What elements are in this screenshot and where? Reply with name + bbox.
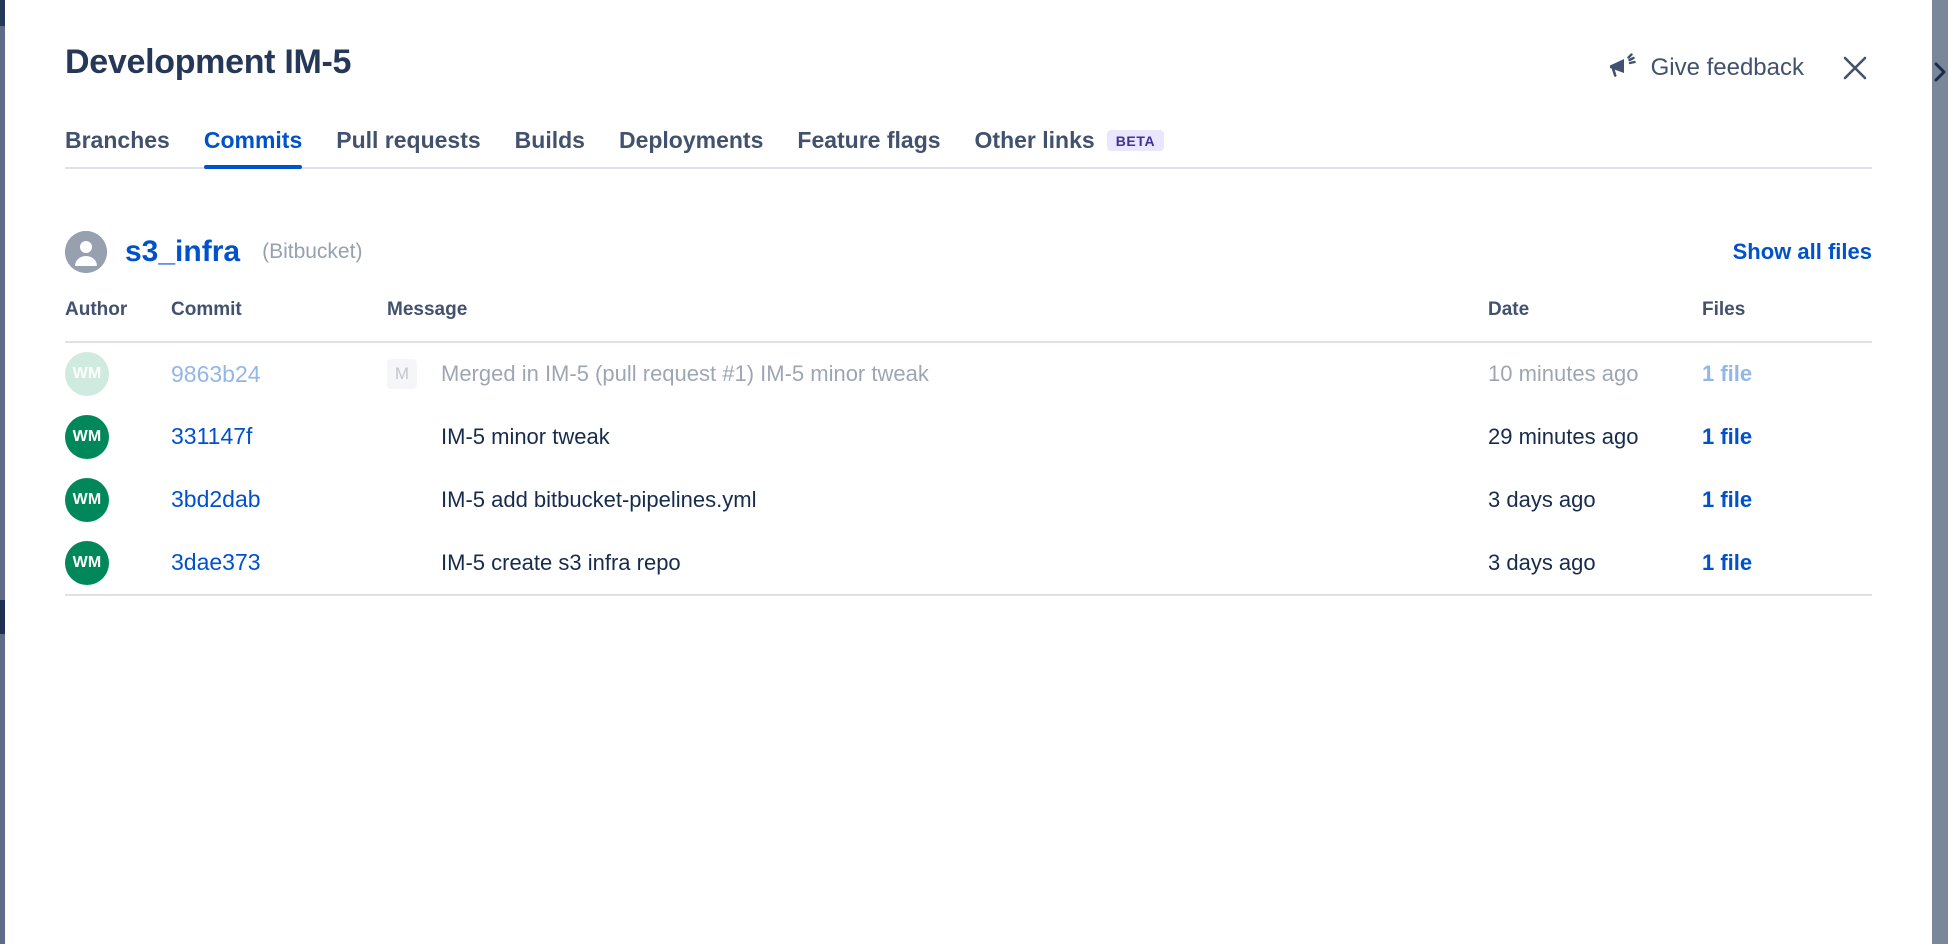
tab-label: Pull requests	[336, 127, 480, 154]
column-header-files: Files	[1702, 299, 1872, 342]
files-count-link[interactable]: 1 file	[1702, 424, 1752, 449]
commit-hash-link[interactable]: 9863b24	[171, 361, 261, 387]
tab-label: Deployments	[619, 127, 763, 154]
cell-date: 3 days ago	[1488, 531, 1702, 594]
cell-message: IM-5 create s3 infra repo	[387, 531, 1488, 594]
commits-table-head: Author Commit Message Date Files	[65, 299, 1872, 342]
tab-label: Commits	[204, 127, 302, 154]
cell-date: 10 minutes ago	[1488, 342, 1702, 405]
page-title: Development IM-5	[65, 43, 351, 82]
files-count-link[interactable]: 1 file	[1702, 361, 1752, 386]
commit-message: Merged in IM-5 (pull request #1) IM-5 mi…	[441, 361, 929, 387]
cell-files: 1 file	[1702, 405, 1872, 468]
table-row[interactable]: WM 3dae373 IM-5 create s3 infra repo 3 d…	[65, 531, 1872, 594]
avatar: WM	[65, 478, 109, 522]
column-header-author: Author	[65, 299, 171, 342]
avatar: WM	[65, 352, 109, 396]
give-feedback-label: Give feedback	[1651, 54, 1804, 82]
column-header-commit: Commit	[171, 299, 387, 342]
commit-date: 29 minutes ago	[1488, 424, 1638, 449]
files-count-link[interactable]: 1 file	[1702, 550, 1752, 575]
cell-message: IM-5 minor tweak	[387, 405, 1488, 468]
cell-commit: 3bd2dab	[171, 468, 387, 531]
commits-table: Author Commit Message Date Files WM 9863…	[65, 299, 1872, 594]
cell-commit: 9863b24	[171, 342, 387, 405]
merge-commit-badge: M	[387, 359, 417, 389]
commit-hash-link[interactable]: 3dae373	[171, 549, 261, 575]
files-count-link[interactable]: 1 file	[1702, 487, 1752, 512]
cell-message: IM-5 add bitbucket-pipelines.yml	[387, 468, 1488, 531]
tab-commits[interactable]: Commits	[187, 127, 319, 167]
left-panel-edge	[0, 0, 5, 944]
give-feedback-button[interactable]: Give feedback	[1607, 53, 1804, 83]
tab-label: Feature flags	[797, 127, 940, 154]
cell-author: WM	[65, 405, 171, 468]
left-edge-marker-mid	[0, 600, 5, 634]
tab-label: Branches	[65, 127, 170, 154]
megaphone-icon	[1607, 53, 1639, 83]
panel-header: Development IM-5 Give feedback	[65, 0, 1872, 85]
commit-message: IM-5 minor tweak	[441, 424, 610, 450]
chevron-right-icon	[1934, 62, 1947, 82]
tab-branches[interactable]: Branches	[65, 127, 187, 167]
tab-label: Other links	[975, 127, 1095, 154]
commit-date: 10 minutes ago	[1488, 361, 1638, 386]
beta-badge: BETA	[1107, 130, 1164, 151]
expand-panel-handle[interactable]	[1932, 50, 1948, 94]
cell-files: 1 file	[1702, 468, 1872, 531]
commit-message: IM-5 create s3 infra repo	[441, 550, 681, 576]
commits-table-body: WM 9863b24 M Merged in IM-5 (pull reques…	[65, 342, 1872, 594]
commit-message: IM-5 add bitbucket-pipelines.yml	[441, 487, 756, 513]
repository-header: s3_infra (Bitbucket) Show all files	[65, 231, 1872, 273]
commit-date: 3 days ago	[1488, 487, 1596, 512]
cell-message: M Merged in IM-5 (pull request #1) IM-5 …	[387, 342, 1488, 405]
table-bottom-divider	[65, 594, 1872, 596]
tab-pull-requests[interactable]: Pull requests	[319, 127, 497, 167]
cell-author: WM	[65, 468, 171, 531]
cell-commit: 331147f	[171, 405, 387, 468]
repository-name-link[interactable]: s3_infra	[125, 235, 240, 269]
table-row[interactable]: WM 3bd2dab IM-5 add bitbucket-pipelines.…	[65, 468, 1872, 531]
header-actions: Give feedback	[1607, 43, 1872, 85]
column-header-date: Date	[1488, 299, 1702, 342]
avatar: WM	[65, 415, 109, 459]
show-all-files-link[interactable]: Show all files	[1733, 239, 1872, 265]
tab-deployments[interactable]: Deployments	[602, 127, 780, 167]
cell-date: 29 minutes ago	[1488, 405, 1702, 468]
person-icon	[65, 231, 107, 273]
cell-files: 1 file	[1702, 531, 1872, 594]
cell-files: 1 file	[1702, 342, 1872, 405]
table-row[interactable]: WM 9863b24 M Merged in IM-5 (pull reques…	[65, 342, 1872, 405]
table-header-row: Author Commit Message Date Files	[65, 299, 1872, 342]
tab-list: Branches Commits Pull requests Builds De…	[65, 127, 1872, 167]
commit-hash-link[interactable]: 3bd2dab	[171, 486, 261, 512]
development-panel: Development IM-5 Give feedback	[5, 0, 1932, 944]
repository-source: (Bitbucket)	[262, 240, 362, 264]
close-icon[interactable]	[1838, 51, 1872, 85]
commit-hash-link[interactable]: 331147f	[171, 423, 252, 449]
cell-author: WM	[65, 342, 171, 405]
tab-other-links[interactable]: Other links BETA	[958, 127, 1182, 167]
left-edge-marker-top	[0, 0, 5, 26]
tab-builds[interactable]: Builds	[498, 127, 602, 167]
cell-author: WM	[65, 531, 171, 594]
column-header-message: Message	[387, 299, 1488, 342]
table-row[interactable]: WM 331147f IM-5 minor tweak 29 minutes a…	[65, 405, 1872, 468]
commit-date: 3 days ago	[1488, 550, 1596, 575]
tab-feature-flags[interactable]: Feature flags	[780, 127, 957, 167]
cell-date: 3 days ago	[1488, 468, 1702, 531]
tab-label: Builds	[515, 127, 585, 154]
avatar: WM	[65, 541, 109, 585]
repository-identity: s3_infra (Bitbucket)	[65, 231, 362, 273]
cell-commit: 3dae373	[171, 531, 387, 594]
tab-bar: Branches Commits Pull requests Builds De…	[65, 127, 1872, 169]
right-panel-edge[interactable]	[1932, 0, 1948, 944]
